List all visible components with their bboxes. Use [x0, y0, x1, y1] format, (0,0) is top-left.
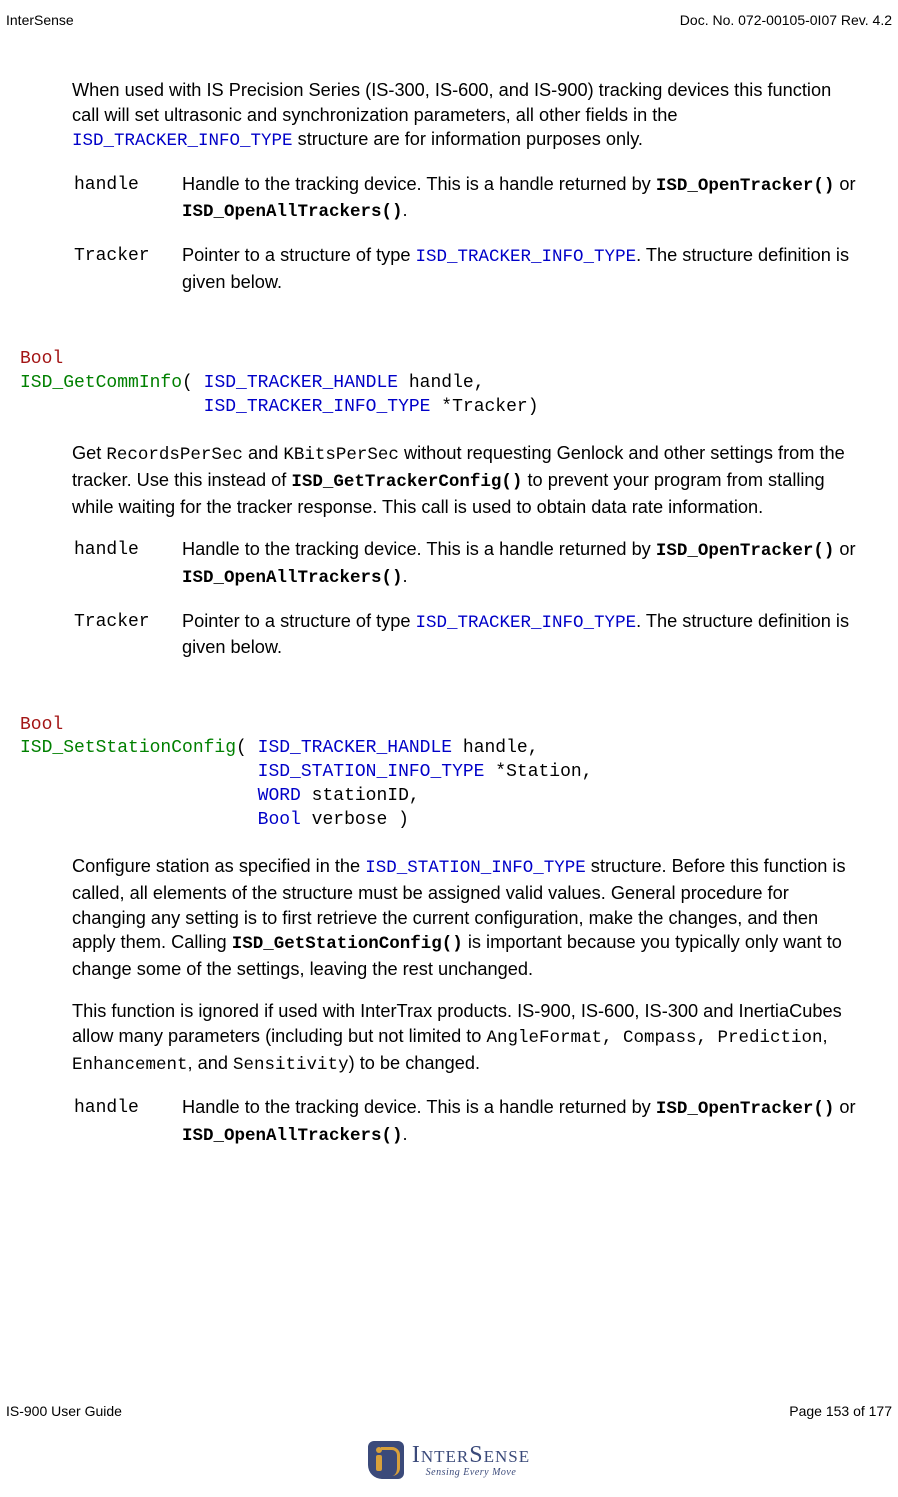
- text: .: [403, 200, 408, 220]
- text: stationID,: [301, 786, 420, 806]
- text: .: [403, 566, 408, 586]
- text: handle,: [398, 373, 484, 393]
- logo: InterSense Sensing Every Move: [0, 1441, 898, 1479]
- section-3: Configure station as specified in the IS…: [72, 854, 856, 1148]
- code-token: ISD_GetStationConfig(): [232, 934, 463, 954]
- code-token: ISD_TRACKER_INFO_TYPE: [72, 131, 293, 151]
- param-name: handle: [74, 172, 182, 225]
- text: Configure station as specified in the: [72, 856, 365, 876]
- text: Handle to the tracking device. This is a…: [182, 1097, 656, 1117]
- s1-text-b: structure are for information purposes o…: [293, 129, 643, 149]
- type-token: Bool: [258, 810, 301, 830]
- param-desc: Handle to the tracking device. This is a…: [182, 172, 856, 225]
- type-token: ISD_TRACKER_HANDLE: [204, 373, 398, 393]
- text: , and: [188, 1053, 234, 1073]
- text: (: [236, 738, 258, 758]
- code-token: ISD_OpenTracker(): [656, 541, 835, 561]
- header-left: InterSense: [6, 12, 74, 28]
- param-name: handle: [74, 1095, 182, 1148]
- footer-left: IS-900 User Guide: [6, 1403, 122, 1419]
- page: InterSense Doc. No. 072-00105-0I07 Rev. …: [0, 0, 898, 1497]
- param-desc: Pointer to a structure of type ISD_TRACK…: [182, 243, 856, 294]
- code-token: KBitsPerSec: [283, 445, 399, 465]
- func-signature-setstationconfig: Bool ISD_SetStationConfig( ISD_TRACKER_H…: [20, 714, 856, 833]
- param-desc: Pointer to a structure of type ISD_TRACK…: [182, 609, 856, 660]
- pad: [20, 786, 258, 806]
- header-right: Doc. No. 072-00105-0I07 Rev. 4.2: [680, 12, 892, 28]
- param-name: Tracker: [74, 609, 182, 660]
- text: *Tracker): [430, 397, 538, 417]
- section-1: When used with IS Precision Series (IS-3…: [72, 78, 856, 294]
- type-token: ISD_STATION_INFO_TYPE: [258, 762, 485, 782]
- code-token: ISD_OpenTracker(): [656, 176, 835, 196]
- return-type: Bool: [20, 349, 63, 369]
- code-token: Sensitivity: [233, 1055, 349, 1075]
- text: and: [243, 443, 283, 463]
- page-footer: IS-900 User Guide Page 153 of 177: [0, 1403, 898, 1419]
- paragraph: This function is ignored if used with In…: [72, 999, 856, 1077]
- pad: [20, 397, 204, 417]
- param-tracker: Tracker Pointer to a structure of type I…: [74, 609, 856, 660]
- func-name: ISD_GetCommInfo: [20, 373, 182, 393]
- code-token: Enhancement: [72, 1055, 188, 1075]
- func-signature-getcomminfo: Bool ISD_GetCommInfo( ISD_TRACKER_HANDLE…: [20, 348, 856, 419]
- section-2: Get RecordsPerSec and KBitsPerSec withou…: [72, 441, 856, 659]
- param-desc: Handle to the tracking device. This is a…: [182, 1095, 856, 1148]
- param-handle: handle Handle to the tracking device. Th…: [74, 537, 856, 590]
- text: or: [834, 539, 855, 559]
- text: *Station,: [484, 762, 592, 782]
- code-token: RecordsPerSec: [106, 445, 243, 465]
- text: or: [834, 1097, 855, 1117]
- logo-text: InterSense Sensing Every Move: [412, 1443, 530, 1478]
- text: Get: [72, 443, 106, 463]
- footer-right: Page 153 of 177: [789, 1403, 892, 1419]
- code-token: ISD_OpenAllTrackers(): [182, 1126, 403, 1146]
- code-token: ISD_STATION_INFO_TYPE: [365, 858, 586, 878]
- param-tracker: Tracker Pointer to a structure of type I…: [74, 243, 856, 294]
- pad: [20, 762, 258, 782]
- text: .: [403, 1124, 408, 1144]
- text: (: [182, 373, 204, 393]
- text: verbose ): [301, 810, 409, 830]
- type-token: WORD: [258, 786, 301, 806]
- param-handle: handle Handle to the tracking device. Th…: [74, 1095, 856, 1148]
- logo-tagline: Sensing Every Move: [412, 1468, 530, 1478]
- page-header: InterSense Doc. No. 072-00105-0I07 Rev. …: [0, 0, 898, 28]
- text: ,: [823, 1026, 828, 1046]
- type-token: ISD_TRACKER_HANDLE: [258, 738, 452, 758]
- text: or: [834, 174, 855, 194]
- param-handle: handle Handle to the tracking device. Th…: [74, 172, 856, 225]
- param-name: Tracker: [74, 243, 182, 294]
- func-name: ISD_SetStationConfig: [20, 738, 236, 758]
- pad: [20, 810, 258, 830]
- s1-text-a: When used with IS Precision Series (IS-3…: [72, 80, 831, 125]
- text: ) to be changed.: [349, 1053, 480, 1073]
- param-name: handle: [74, 537, 182, 590]
- page-body: When used with IS Precision Series (IS-3…: [0, 28, 898, 1148]
- text: Pointer to a structure of type: [182, 611, 416, 631]
- text: Handle to the tracking device. This is a…: [182, 539, 656, 559]
- logo-name: InterSense: [412, 1443, 530, 1467]
- code-token: ISD_GetTrackerConfig(): [291, 472, 522, 492]
- type-token: ISD_TRACKER_INFO_TYPE: [204, 397, 431, 417]
- logo-icon: [368, 1441, 404, 1479]
- code-token: ISD_OpenAllTrackers(): [182, 202, 403, 222]
- return-type: Bool: [20, 715, 63, 735]
- code-token: ISD_TRACKER_INFO_TYPE: [416, 613, 637, 633]
- code-token: ISD_TRACKER_INFO_TYPE: [416, 247, 637, 267]
- code-token: AngleFormat, Compass, Prediction: [486, 1028, 822, 1048]
- code-token: ISD_OpenAllTrackers(): [182, 568, 403, 588]
- text: Pointer to a structure of type: [182, 245, 416, 265]
- code-token: ISD_OpenTracker(): [656, 1099, 835, 1119]
- text: Handle to the tracking device. This is a…: [182, 174, 656, 194]
- text: handle,: [452, 738, 538, 758]
- param-desc: Handle to the tracking device. This is a…: [182, 537, 856, 590]
